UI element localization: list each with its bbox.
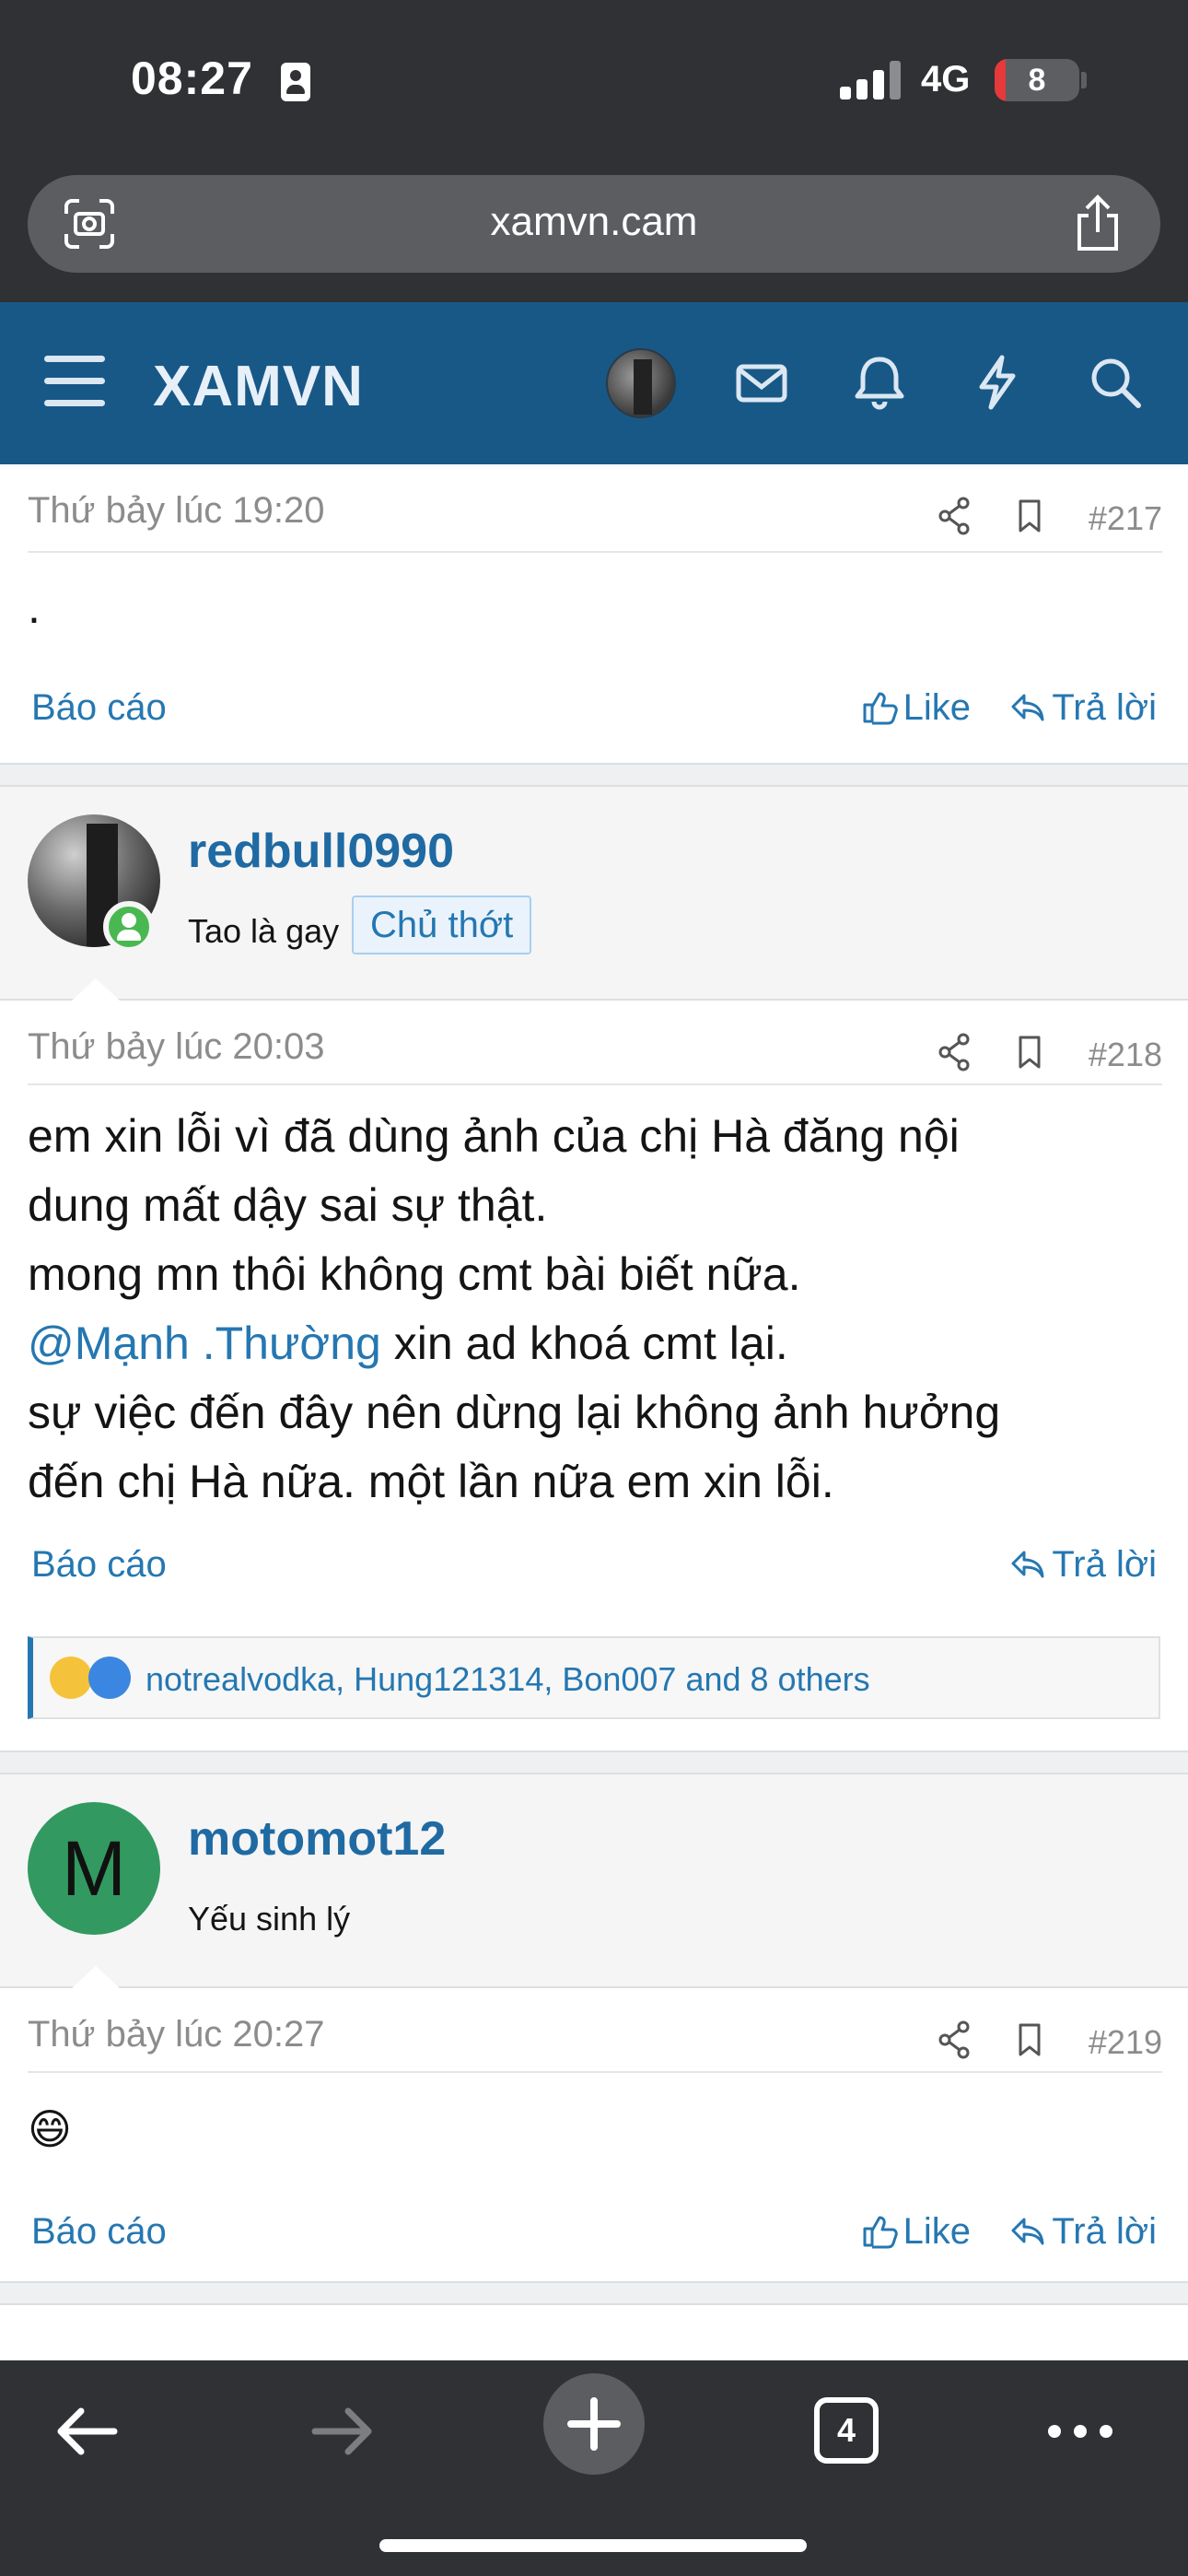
post-text-line: sự việc đến đây nên dừng lại không ảnh h…	[28, 1387, 1001, 1438]
mention-rest: xin ad khoá cmt lại.	[380, 1317, 788, 1369]
home-indicator[interactable]	[379, 2539, 807, 2552]
like-label: Like	[903, 687, 971, 728]
inbox-icon[interactable]	[729, 350, 794, 415]
bell-icon[interactable]	[847, 350, 912, 415]
report-link[interactable]: Báo cáo	[31, 1544, 167, 1586]
signal-icon	[840, 59, 904, 100]
browser-top-bar: 08:27 4G 8 xamvn.cam	[0, 0, 1188, 302]
post-actions: Báo cáo Like Trả lời	[28, 2184, 1160, 2279]
tabs-button[interactable]: 4	[814, 2397, 879, 2464]
post-number[interactable]: #217	[1089, 499, 1162, 538]
post-text-line: mong mn thôi không cmt bài biết nữa.	[28, 1248, 801, 1300]
menu-icon[interactable]	[44, 356, 105, 407]
site-logo[interactable]: XAMVN	[153, 354, 364, 419]
haha-reaction-icon	[50, 1657, 92, 1699]
post: redbull0990 Tao là gay Chủ thớt Thứ bảy …	[0, 787, 1188, 1719]
post-text-line: @Mạnh .Thường xin ad khoá cmt lại.	[28, 1309, 1160, 1378]
address-bar[interactable]: xamvn.cam	[28, 175, 1160, 273]
grinning-emoji: 😄	[28, 2105, 72, 2153]
post-separator	[0, 1751, 1188, 1774]
userbar-pointer	[72, 978, 120, 1001]
share-icon[interactable]	[936, 1032, 973, 1072]
post-separator	[0, 763, 1188, 787]
like-reaction-icon	[88, 1657, 131, 1699]
username[interactable]: redbull0990	[188, 824, 454, 879]
forward-arrow-icon[interactable]	[291, 2381, 392, 2482]
reply-icon	[1011, 694, 1044, 721]
reply-icon	[1011, 2218, 1044, 2245]
post-body: .	[28, 581, 41, 633]
thread-starter-badge: Chủ thớt	[352, 896, 532, 954]
post-date[interactable]: Thứ bảy lúc 20:03	[28, 1026, 325, 1068]
user-info-bar: redbull0990 Tao là gay Chủ thớt	[0, 787, 1188, 1001]
reactions-list[interactable]: notrealvodka, Hung121314, Bon007 and 8 o…	[146, 1660, 870, 1699]
status-time: 08:27	[131, 53, 253, 104]
report-link[interactable]: Báo cáo	[31, 2211, 167, 2253]
reply-button[interactable]: Trả lời	[1009, 687, 1157, 729]
site-header: XAMVN	[0, 302, 1188, 464]
post-number[interactable]: #218	[1089, 1036, 1162, 1074]
more-options-icon[interactable]	[1030, 2381, 1131, 2482]
post-date[interactable]: Thứ bảy lúc 19:20	[28, 490, 325, 532]
post-body: em xin lỗi vì đã dùng ảnh của chị Hà đăn…	[28, 1085, 1160, 1516]
search-icon[interactable]	[1083, 350, 1147, 415]
post: Thứ bảy lúc 19:20 #217 . Báo cáo Like Tr…	[0, 464, 1188, 755]
post-meta: Thứ bảy lúc 20:03 #218	[28, 1001, 1162, 1085]
battery-tip	[1081, 72, 1087, 88]
bookmark-icon[interactable]	[1015, 1034, 1044, 1071]
like-button[interactable]: Like	[861, 2211, 971, 2253]
post: M motomot12 Yếu sinh lý Thứ bảy lúc 20:2…	[0, 1774, 1188, 2279]
account-avatar[interactable]	[606, 348, 676, 418]
online-status-icon	[103, 901, 155, 953]
battery-icon: 8	[995, 59, 1079, 101]
post-meta: Thứ bảy lúc 20:27 #219	[28, 1988, 1162, 2073]
reply-button[interactable]: Trả lời	[1009, 2211, 1157, 2253]
url-text[interactable]: xamvn.cam	[28, 199, 1160, 245]
battery-level: 8	[1028, 63, 1046, 98]
like-label: Like	[903, 2211, 971, 2252]
report-link[interactable]: Báo cáo	[31, 687, 167, 729]
user-mention-link[interactable]: @Mạnh .Thường	[28, 1317, 381, 1369]
thumbs-up-icon	[863, 692, 898, 725]
reactions-bar[interactable]: notrealvodka, Hung121314, Bon007 and 8 o…	[28, 1636, 1160, 1719]
share-icon[interactable]	[936, 2020, 973, 2060]
post-separator	[0, 2281, 1188, 2305]
lightning-icon[interactable]	[965, 350, 1030, 415]
user-title: Tao là gay	[188, 912, 340, 950]
post-actions: Báo cáo Like Trả lời	[28, 660, 1160, 755]
network-label: 4G	[921, 59, 971, 100]
thumbs-up-icon	[863, 2216, 898, 2249]
bookmark-icon[interactable]	[1015, 2021, 1044, 2058]
post-text-line: đến chị Hà nữa. một lần nữa em xin lỗi.	[28, 1456, 834, 1507]
user-avatar[interactable]: M	[28, 1802, 160, 1935]
share-icon[interactable]	[1072, 193, 1124, 252]
contact-card-icon	[281, 63, 310, 101]
share-icon[interactable]	[936, 496, 973, 536]
post-text-line: em xin lỗi vì đã dùng ảnh của chị Hà đăn…	[28, 1110, 960, 1162]
thread-content: Thứ bảy lúc 19:20 #217 . Báo cáo Like Tr…	[0, 464, 1188, 2360]
post-number[interactable]: #219	[1089, 2023, 1162, 2062]
reply-icon	[1011, 1551, 1044, 1578]
post-date[interactable]: Thứ bảy lúc 20:27	[28, 2014, 325, 2055]
reply-button[interactable]: Trả lời	[1009, 1544, 1157, 1586]
user-info-bar: M motomot12 Yếu sinh lý	[0, 1774, 1188, 1988]
userbar-pointer	[72, 1966, 120, 1988]
user-title: Yếu sinh lý	[188, 1900, 351, 1938]
post-text-line: dung mất dậy sai sự thật.	[28, 1179, 548, 1231]
reply-label: Trả lời	[1052, 1544, 1157, 1585]
back-arrow-icon[interactable]	[37, 2381, 138, 2482]
bookmark-icon[interactable]	[1015, 498, 1044, 534]
like-button[interactable]: Like	[861, 687, 971, 729]
reply-label: Trả lời	[1052, 2211, 1157, 2252]
post-actions: Báo cáo Trả lời	[28, 1516, 1160, 1631]
post-meta: Thứ bảy lúc 19:20 #217	[28, 464, 1162, 553]
post-body: 😄	[28, 2073, 1160, 2184]
reply-label: Trả lời	[1052, 687, 1157, 728]
username[interactable]: motomot12	[188, 1811, 446, 1867]
new-tab-button[interactable]	[543, 2373, 645, 2475]
plus-icon	[567, 2397, 621, 2451]
